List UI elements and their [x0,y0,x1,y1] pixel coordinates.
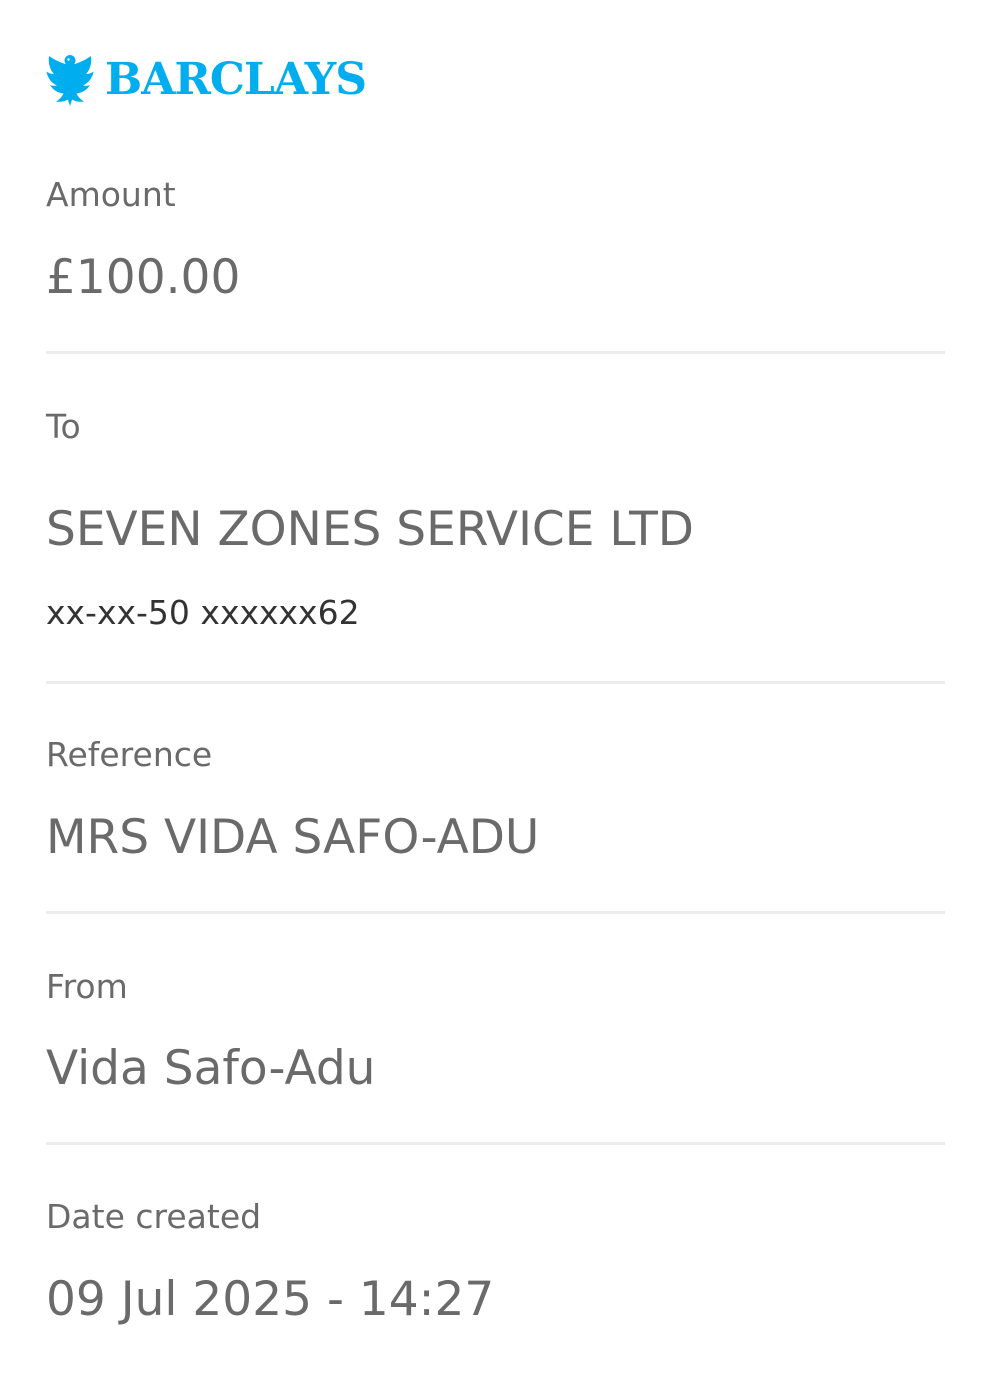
divider [46,681,945,684]
payment-details-card: BARCLAYS Amount £100.00 To SEVEN ZONES S… [0,0,990,1380]
barclays-logo: BARCLAYS [45,52,367,108]
amount-value: £100.00 [46,250,241,305]
date-created-value: 09 Jul 2025 - 14:27 [46,1272,495,1327]
divider [46,351,945,354]
reference-label: Reference [46,735,213,774]
divider [46,1142,945,1145]
payee-name: SEVEN ZONES SERVICE LTD [46,502,694,557]
eagle-icon [46,55,94,106]
payee-account-number: xx-xx-50 xxxxxx62 [46,593,360,632]
amount-label: Amount [46,175,176,214]
to-label: To [46,407,81,446]
from-label: From [46,967,128,1006]
brand-wordmark: BARCLAYS [105,54,367,105]
divider [46,911,945,914]
date-created-label: Date created [46,1197,262,1236]
from-value: Vida Safo-Adu [46,1041,376,1096]
reference-value: MRS VIDA SAFO-ADU [46,810,540,865]
